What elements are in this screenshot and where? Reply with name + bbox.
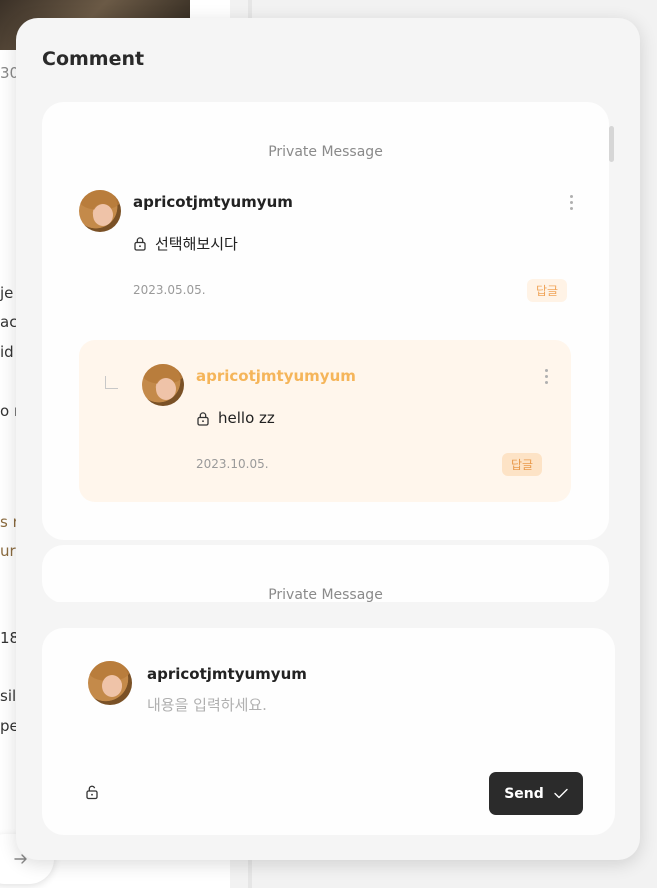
privacy-toggle[interactable] [85,784,103,804]
more-options-icon[interactable] [568,195,574,213]
background-text: id [0,343,14,361]
avatar [88,661,132,705]
comment-input[interactable] [147,692,577,718]
reply-message: hello zz [196,409,275,427]
unlock-icon [86,785,98,800]
background-text: ur [0,542,16,560]
comment-card: Private Message [42,545,609,602]
comment-text: 선택해보시다 [155,235,238,253]
panel-title: Comment [42,48,145,70]
reply-button[interactable]: 답글 [502,453,543,476]
composer-username: apricotjmtyumyum [147,665,307,683]
comment-username[interactable]: apricotjmtyumyum [133,193,293,211]
send-label: Send [504,785,544,802]
background-text: je [0,284,14,302]
comment-message: 선택해보시다 [133,233,238,254]
comment-date: 2023.05.05. [133,283,206,297]
send-button[interactable]: Send [489,772,583,815]
comment-list[interactable]: Private Message apricotjmtyumyum 선택해보시다 … [42,102,610,602]
lock-icon [197,411,209,426]
comment-composer: apricotjmtyumyum Send [42,628,615,835]
comment-card: Private Message apricotjmtyumyum 선택해보시다 … [42,102,609,540]
reply-username[interactable]: apricotjmtyumyum [196,367,356,385]
background-text: sil [0,687,17,705]
private-message-label: Private Message [268,587,383,602]
more-options-icon[interactable] [543,369,549,387]
private-message-label: Private Message [268,144,383,160]
reply-text: hello zz [218,409,275,427]
scrollbar[interactable] [609,126,614,162]
reply-date: 2023.10.05. [196,457,269,471]
reply-item: apricotjmtyumyum hello zz 2023.10.05. 답글 [79,340,571,502]
avatar[interactable] [142,364,184,406]
avatar[interactable] [79,190,121,232]
reply-button[interactable]: 답글 [527,279,568,302]
check-icon [554,788,568,799]
reply-arrow-icon [105,376,118,389]
lock-icon [134,237,146,251]
comment-panel: Comment Private Message apricotjmtyumyum… [16,18,640,860]
